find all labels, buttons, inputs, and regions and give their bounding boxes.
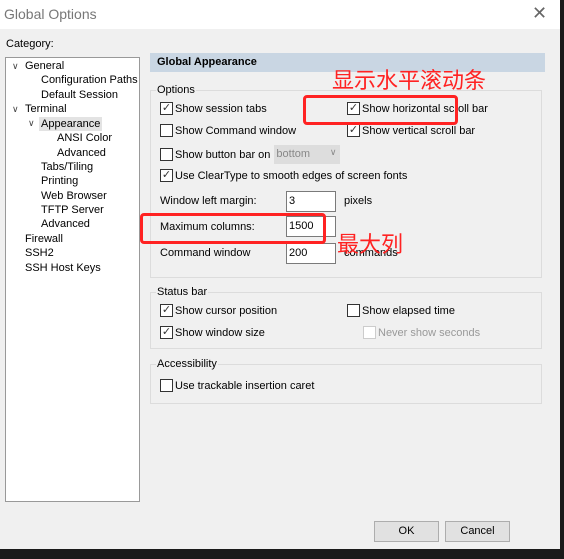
tree-item-appearance[interactable]: Appearance bbox=[39, 117, 103, 131]
tree-item-ssh2[interactable]: SSH2 bbox=[25, 246, 54, 260]
checkbox-label: Show window size bbox=[175, 326, 265, 339]
tree-item-general[interactable]: General bbox=[25, 59, 64, 73]
category-label: Category: bbox=[6, 38, 54, 50]
tree-item-web-browser[interactable]: Web Browser bbox=[41, 189, 107, 203]
tree-item-printing[interactable]: Printing bbox=[41, 174, 78, 188]
status-bar-group bbox=[150, 292, 542, 349]
tree-item-default-session[interactable]: Default Session bbox=[41, 88, 118, 102]
tree-item-tabs-tiling[interactable]: Tabs/Tiling bbox=[41, 160, 93, 174]
never-show-seconds-checkbox[interactable]: Never show seconds bbox=[363, 326, 480, 339]
pixels-unit: pixels bbox=[344, 195, 373, 207]
checkbox-box bbox=[347, 304, 360, 317]
checkmark-icon: ✓ bbox=[160, 304, 173, 317]
checkbox-label: Show session tabs bbox=[175, 102, 267, 115]
ok-button[interactable]: OK bbox=[374, 521, 439, 542]
command-window-input[interactable]: 200 bbox=[286, 243, 336, 264]
chevron-down-icon[interactable]: ∨ bbox=[28, 118, 35, 129]
tree-item-terminal[interactable]: Terminal bbox=[25, 102, 67, 116]
chevron-down-icon[interactable]: ∨ bbox=[12, 104, 19, 115]
tree-item-tftp-server[interactable]: TFTP Server bbox=[41, 203, 104, 217]
checkmark-icon: ✓ bbox=[160, 326, 173, 339]
show-elapsed-time-checkbox[interactable]: Show elapsed time bbox=[347, 304, 455, 317]
select-value: bottom bbox=[276, 148, 311, 160]
button-bar-position-select[interactable]: bottom ∨ bbox=[274, 145, 341, 164]
annotation-highlight-horizontal bbox=[303, 95, 458, 125]
checkbox-label: Show elapsed time bbox=[362, 304, 455, 317]
cleartype-checkbox[interactable]: ✓ Use ClearType to smooth edges of screen… bbox=[160, 169, 407, 182]
checkmark-icon: ✓ bbox=[347, 124, 360, 137]
tree-item-configuration-paths[interactable]: Configuration Paths bbox=[41, 73, 138, 87]
checkbox-box bbox=[160, 379, 173, 392]
trackable-caret-checkbox[interactable]: Use trackable insertion caret bbox=[160, 379, 314, 392]
checkbox-box bbox=[160, 124, 173, 137]
checkbox-label: Use ClearType to smooth edges of screen … bbox=[175, 169, 408, 182]
annotation-max-columns-text: 最大列 bbox=[337, 232, 404, 257]
checkbox-label: Show button bar on bbox=[175, 148, 271, 161]
command-window-label: Command window bbox=[160, 247, 251, 259]
show-cursor-position-checkbox[interactable]: ✓ Show cursor position bbox=[160, 304, 277, 317]
checkbox-label: Show vertical scroll bar bbox=[362, 124, 476, 137]
chevron-down-icon[interactable]: ∨ bbox=[12, 61, 19, 72]
checkmark-icon: ✓ bbox=[160, 169, 173, 182]
status-bar-group-label: Status bar bbox=[156, 286, 209, 298]
show-session-tabs-checkbox[interactable]: ✓ Show session tabs bbox=[160, 102, 267, 115]
checkbox-box bbox=[160, 148, 173, 161]
tree-item-terminal-advanced[interactable]: Advanced bbox=[41, 217, 90, 231]
close-icon[interactable]: ✕ bbox=[532, 3, 547, 24]
accessibility-group-label: Accessibility bbox=[156, 358, 218, 370]
checkbox-box bbox=[363, 326, 376, 339]
show-button-bar-checkbox[interactable]: Show button bar on bottom ∨ bbox=[160, 145, 341, 164]
cancel-button[interactable]: Cancel bbox=[445, 521, 510, 542]
category-tree: ∨ General Configuration Paths Default Se… bbox=[5, 57, 140, 502]
tree-item-appearance-advanced[interactable]: Advanced bbox=[57, 146, 106, 160]
checkbox-label: Never show seconds bbox=[378, 326, 481, 339]
left-margin-input[interactable]: 3 bbox=[286, 191, 336, 212]
checkmark-icon: ✓ bbox=[160, 102, 173, 115]
tree-item-ansi-color[interactable]: ANSI Color bbox=[57, 131, 112, 145]
annotation-horizontal-text: 显示水平滚动条 bbox=[332, 68, 487, 93]
show-command-window-checkbox[interactable]: Show Command window bbox=[160, 124, 296, 137]
checkbox-label: Show cursor position bbox=[175, 304, 278, 317]
options-group-label: Options bbox=[156, 84, 196, 96]
left-margin-label: Window left margin: bbox=[160, 195, 257, 207]
show-vertical-scroll-checkbox[interactable]: ✓ Show vertical scroll bar bbox=[347, 124, 475, 137]
window-title: Global Options bbox=[4, 6, 97, 22]
checkbox-label: Show Command window bbox=[175, 124, 297, 137]
show-window-size-checkbox[interactable]: ✓ Show window size bbox=[160, 326, 265, 339]
tree-item-ssh-host-keys[interactable]: SSH Host Keys bbox=[25, 261, 101, 275]
annotation-highlight-max-columns bbox=[140, 213, 326, 244]
chevron-down-icon: ∨ bbox=[329, 147, 337, 157]
title-bar: Global Options ✕ bbox=[0, 0, 560, 29]
global-options-dialog: Global Options ✕ Category: ∨ General Con… bbox=[0, 0, 560, 549]
tree-item-firewall[interactable]: Firewall bbox=[25, 232, 63, 246]
checkbox-label: Use trackable insertion caret bbox=[175, 379, 315, 392]
